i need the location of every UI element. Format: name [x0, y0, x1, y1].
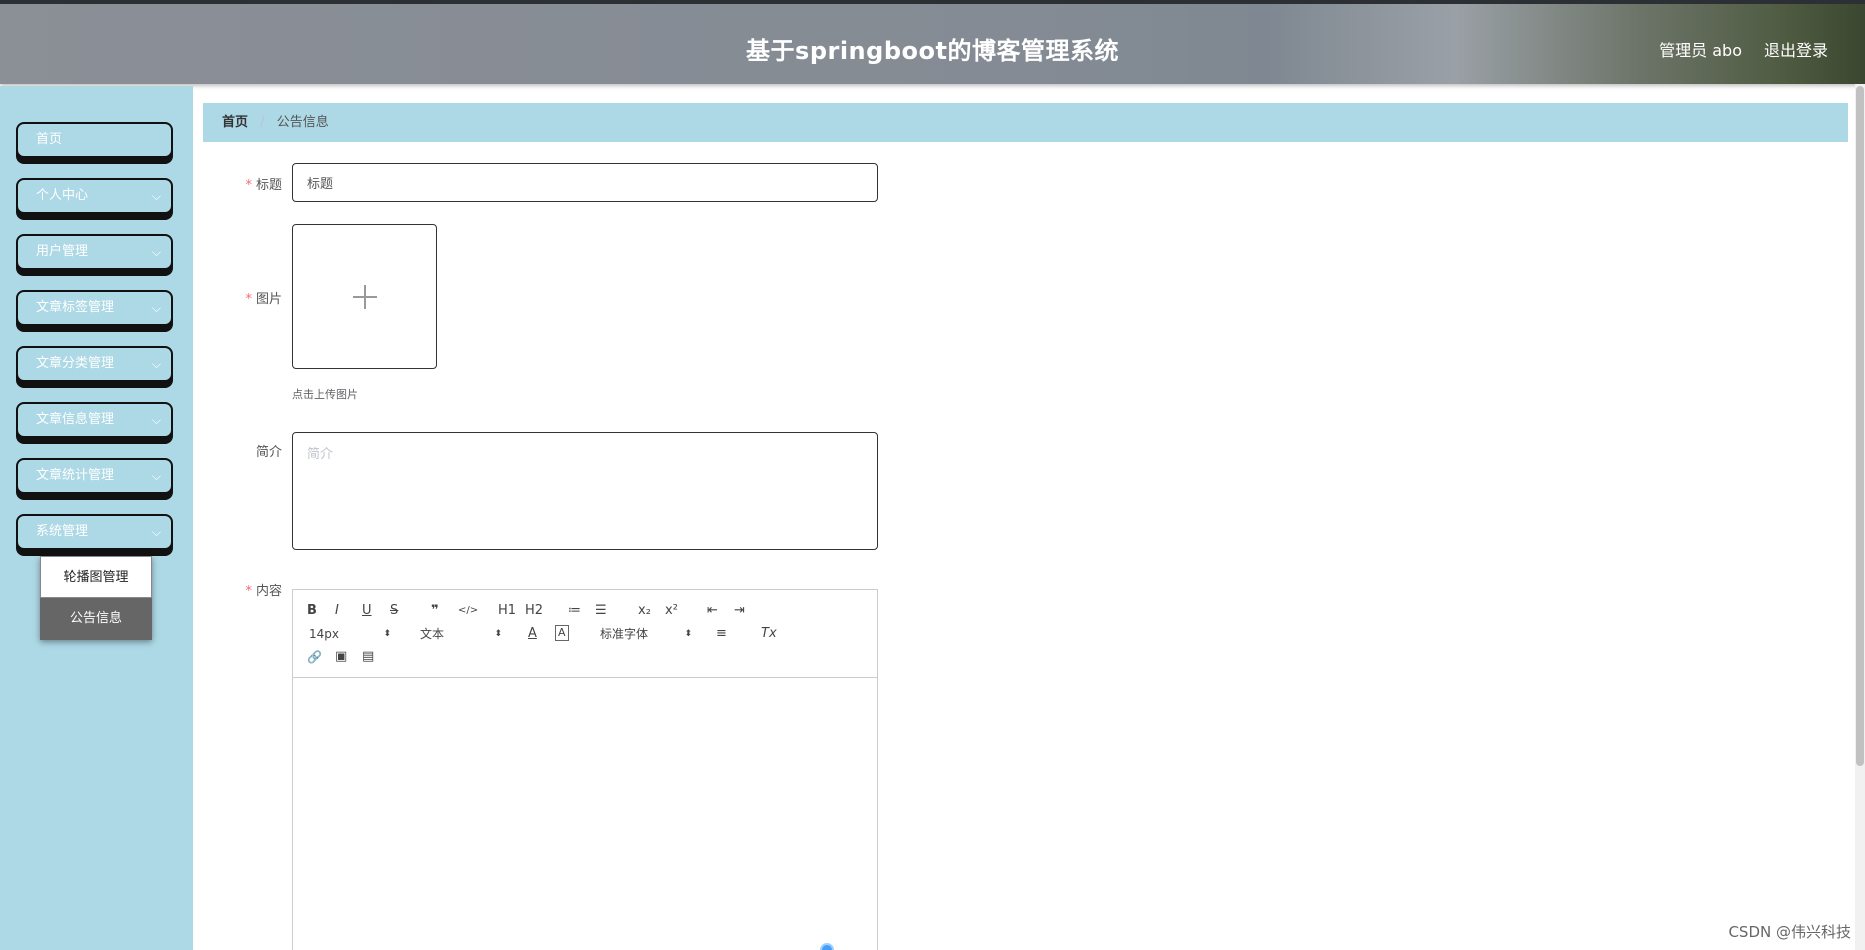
header1-button[interactable]: H1	[498, 602, 516, 620]
rich-text-editor: B I U S ❞ </> H1 H2 ≔ ☰ x₂ x² ⇤ ⇥ 14px ⬍…	[292, 589, 878, 950]
chevron-down-icon: ⌵	[151, 245, 161, 259]
image-button[interactable]: ▣	[335, 648, 347, 666]
chevron-down-icon: ⌵	[151, 525, 161, 539]
editor-content-area[interactable]	[293, 678, 877, 950]
intro-label: 简介	[255, 445, 282, 460]
bold-button[interactable]: B	[307, 602, 317, 620]
subscript-button[interactable]: x₂	[638, 602, 651, 620]
required-mark: *	[245, 292, 252, 307]
sidebar-item-system-management[interactable]: 系统管理 ⌵	[16, 514, 173, 550]
breadcrumb-current: 公告信息	[276, 115, 329, 130]
submenu-item-announcement[interactable]: 公告信息	[40, 598, 152, 640]
top-header: 基于springboot的博客管理系统 管理员 abo 退出登录	[0, 0, 1865, 84]
sidebar-item-label: 系统管理	[36, 524, 89, 539]
select-arrow-icon: ⬍	[684, 629, 692, 639]
background-color-button[interactable]: A	[555, 625, 569, 641]
italic-button[interactable]: I	[335, 602, 339, 620]
chevron-down-icon: ⌵	[151, 189, 161, 203]
bullet-list-button[interactable]: ☰	[595, 602, 607, 620]
title-input[interactable]	[292, 163, 878, 202]
current-user: 管理员 abo	[1659, 41, 1742, 60]
sidebar-item-label: 文章信息管理	[36, 412, 115, 427]
sidebar-item-personal-center[interactable]: 个人中心 ⌵	[16, 178, 173, 214]
watermark: CSDN @伟兴科技	[1728, 923, 1851, 941]
sidebar-item-label: 文章统计管理	[36, 468, 115, 483]
content-label: * 内容	[245, 584, 282, 599]
sidebar-item-label: 用户管理	[36, 244, 89, 259]
intro-textarea[interactable]	[292, 432, 878, 550]
header2-button[interactable]: H2	[525, 602, 543, 620]
submenu-item-carousel[interactable]: 轮播图管理	[40, 556, 152, 598]
scroll-handle[interactable]	[820, 943, 834, 950]
chevron-down-icon: ⌵	[151, 413, 161, 427]
upload-tip: 点击上传图片	[292, 388, 358, 401]
page-scrollbar-thumb[interactable]	[1856, 86, 1864, 766]
clear-format-button[interactable]: Tx	[761, 625, 777, 643]
superscript-button[interactable]: x²	[665, 602, 678, 620]
system-submenu: 轮播图管理 公告信息	[40, 556, 152, 640]
image-label: * 图片	[245, 292, 282, 307]
sidebar-item-label: 文章分类管理	[36, 356, 115, 371]
indent-button[interactable]: ⇥	[734, 602, 745, 620]
required-mark: *	[245, 584, 252, 599]
code-block-button[interactable]: </>	[458, 602, 478, 620]
font-family-select[interactable]: 标准字体 ⬍	[600, 625, 692, 643]
logout-link[interactable]: 退出登录	[1764, 37, 1828, 61]
video-button[interactable]: ▤	[362, 648, 374, 666]
image-uploader[interactable]	[292, 224, 437, 369]
align-button[interactable]: ≡	[716, 625, 727, 643]
required-mark: *	[245, 178, 252, 193]
select-arrow-icon: ⬍	[383, 629, 391, 639]
app-title: 基于springboot的博客管理系统	[746, 37, 1119, 65]
strike-button[interactable]: S	[390, 602, 398, 620]
editor-toolbar: B I U S ❞ </> H1 H2 ≔ ☰ x₂ x² ⇤ ⇥ 14px ⬍…	[293, 590, 877, 678]
font-size-select[interactable]: 14px ⬍	[309, 625, 391, 643]
select-arrow-icon: ⬍	[494, 629, 502, 639]
sidebar-item-article-management[interactable]: 文章信息管理 ⌵	[16, 402, 173, 438]
sidebar-item-category-management[interactable]: 文章分类管理 ⌵	[16, 346, 173, 382]
breadcrumb-separator: /	[260, 115, 265, 130]
blockquote-button[interactable]: ❞	[431, 602, 439, 620]
sidebar-item-tag-management[interactable]: 文章标签管理 ⌵	[16, 290, 173, 326]
plus-icon-vertical	[364, 285, 366, 309]
underline-button[interactable]: U	[362, 602, 372, 620]
sidebar: 首页 个人中心 ⌵ 用户管理 ⌵ 文章标签管理 ⌵ 文章分类管理 ⌵ 文章信息管…	[0, 86, 193, 950]
link-button[interactable]: 🔗	[307, 648, 322, 666]
outdent-button[interactable]: ⇤	[707, 602, 718, 620]
block-type-select[interactable]: 文本 ⬍	[420, 625, 502, 643]
sidebar-item-statistics-management[interactable]: 文章统计管理 ⌵	[16, 458, 173, 494]
sidebar-item-home[interactable]: 首页	[16, 122, 173, 158]
ordered-list-button[interactable]: ≔	[568, 602, 581, 620]
title-label: * 标题	[245, 178, 282, 193]
chevron-down-icon: ⌵	[151, 301, 161, 315]
sidebar-item-label: 首页	[36, 132, 63, 147]
sidebar-item-label: 文章标签管理	[36, 300, 115, 315]
chevron-down-icon: ⌵	[151, 357, 161, 371]
breadcrumb-home[interactable]: 首页	[222, 115, 248, 130]
breadcrumb: 首页 / 公告信息	[203, 103, 1848, 142]
chevron-down-icon: ⌵	[151, 469, 161, 483]
text-color-button[interactable]: A	[528, 625, 537, 643]
sidebar-item-label: 个人中心	[36, 188, 89, 203]
sidebar-item-user-management[interactable]: 用户管理 ⌵	[16, 234, 173, 270]
